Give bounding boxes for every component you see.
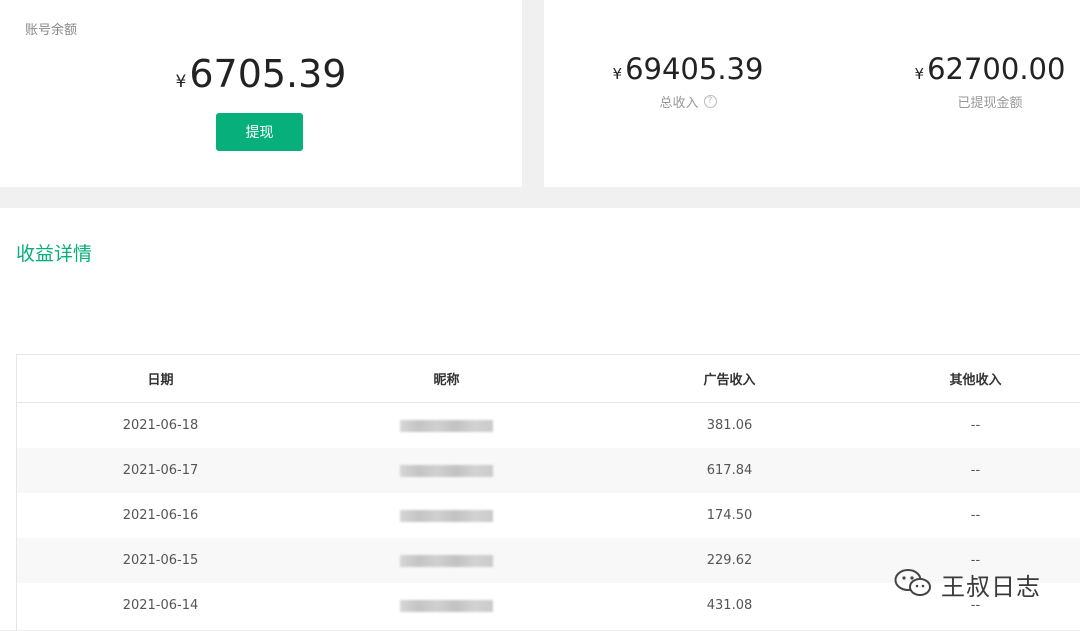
total-income-value: 69405.39 (625, 52, 764, 86)
withdrawn-caption: 已提现金额 (870, 92, 1080, 111)
cell-nickname (304, 538, 589, 583)
total-income-amount: ¥69405.39 (568, 52, 808, 86)
balance-card: 账号余额 ¥6705.39 提现 (0, 0, 522, 187)
cell-ad-income: 381.06 (706, 418, 753, 433)
currency-symbol: ¥ (914, 65, 925, 83)
redacted-nickname (400, 599, 493, 612)
cell-ad-income: 174.50 (706, 508, 753, 523)
column-header-ad-income: 广告收入 (589, 355, 870, 403)
withdrawn-stat: ¥62700.00 已提现金额 (870, 52, 1080, 111)
help-icon[interactable]: ? (703, 95, 717, 108)
withdrawn-amount: ¥62700.00 (870, 52, 1080, 86)
withdrawn-value: 62700.00 (927, 52, 1066, 86)
column-header-other-income: 其他收入 (870, 355, 1080, 403)
column-header-date: 日期 (17, 355, 304, 403)
cell-nickname (304, 448, 589, 493)
table-row: 2021-06-16 174.50 -- (17, 493, 1080, 538)
balance-amount: ¥6705.39 (0, 52, 522, 96)
currency-symbol: ¥ (175, 72, 187, 92)
income-card: ¥69405.39 总收入 ? ¥62700.00 已提现金额 (544, 0, 1080, 187)
cell-other-income: -- (870, 448, 1080, 493)
section-title: 收益详情 (16, 243, 93, 265)
cell-date: 2021-06-16 (122, 508, 199, 523)
table-header-row: 日期 昵称 广告收入 其他收入 (17, 355, 1080, 403)
currency-symbol: ¥ (612, 65, 623, 83)
total-income-label: 总收入 (659, 96, 699, 111)
table-row: 2021-06-17 617.84 -- (17, 448, 1080, 493)
redacted-nickname (400, 554, 493, 567)
balance-value: 6705.39 (189, 52, 347, 96)
total-income-caption: 总收入 ? (568, 92, 808, 111)
cell-nickname (304, 583, 589, 628)
redacted-nickname (400, 464, 493, 477)
column-header-nickname: 昵称 (304, 355, 589, 403)
balance-label: 账号余额 (25, 23, 78, 38)
redacted-nickname (400, 509, 493, 522)
cell-date: 2021-06-18 (122, 418, 199, 433)
table-row: 2021-06-18 381.06 -- (17, 403, 1080, 449)
cell-nickname (304, 403, 589, 449)
cell-date: 2021-06-14 (122, 598, 199, 613)
cell-ad-income: 229.62 (589, 538, 870, 583)
cell-ad-income: 431.08 (706, 598, 753, 613)
cell-other-income: -- (970, 418, 981, 433)
withdraw-button[interactable]: 提现 (216, 113, 303, 151)
watermark-text: 王叔日志 (941, 573, 1041, 601)
redacted-nickname (400, 419, 493, 432)
withdrawn-label: 已提现金额 (957, 96, 1023, 111)
cell-nickname (304, 493, 589, 538)
cell-ad-income: 617.84 (589, 448, 870, 493)
cell-date: 2021-06-15 (17, 538, 304, 583)
total-income-stat: ¥69405.39 总收入 ? (568, 52, 808, 111)
cell-date: 2021-06-17 (17, 448, 304, 493)
wechat-icon (893, 568, 933, 602)
cell-other-income: -- (970, 508, 981, 523)
watermark: 王叔日志 (893, 567, 1041, 602)
